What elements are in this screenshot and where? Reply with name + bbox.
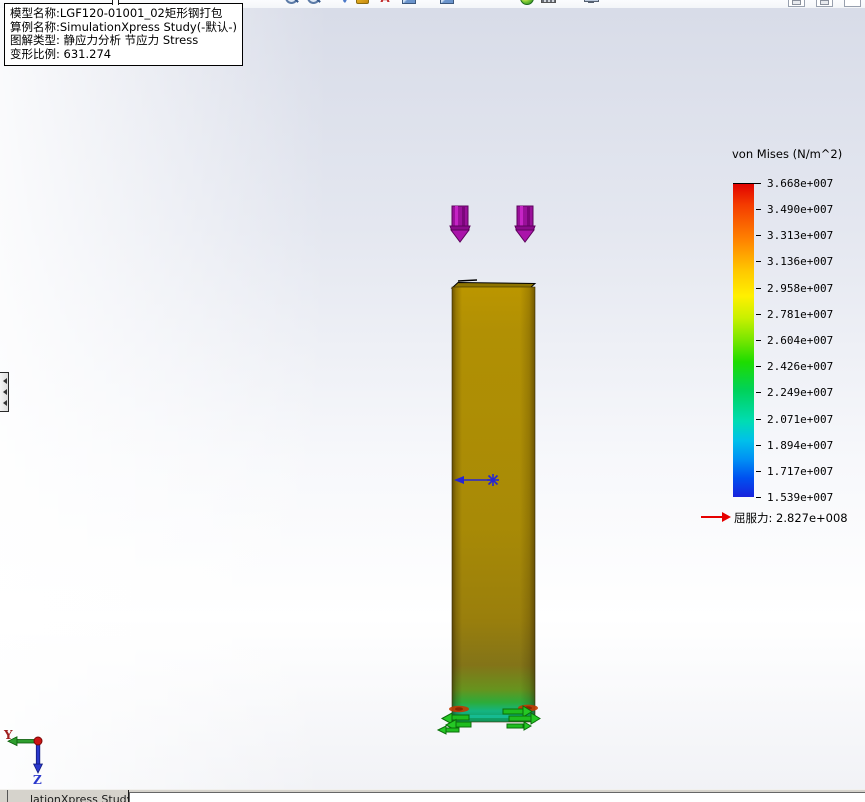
zoom-fit-icon[interactable] [307, 0, 323, 7]
legend-entry: 2.249e+007 [698, 386, 862, 398]
legend-entry: 1.894e+007 [698, 439, 862, 451]
legend-entry: 3.490e+007 [698, 203, 862, 215]
study-tab-bar: lationXpress Study [0, 789, 865, 802]
von-mises-legend: von Mises (N/m^2) 3.668e+007 3.490e+007 … [698, 145, 862, 537]
legend-entry: 1.539e+007 [698, 491, 862, 503]
plot-annotation-box: 模型名称:LGF120-01001_02矩形钢打包 算例名称:Simulatio… [4, 3, 243, 66]
legend-entry: 2.958e+007 [698, 282, 862, 294]
annotation-plot-type: 图解类型: 静应力分析 节应力 Stress [10, 34, 238, 48]
legend-title: von Mises (N/m^2) [732, 147, 842, 161]
tube-body [449, 280, 538, 722]
tab-simulationxpress-study[interactable]: lationXpress Study [8, 790, 128, 802]
yield-strength-row: 屈服力: 2.827e+008 [698, 510, 862, 524]
panel-button-2[interactable] [816, 0, 833, 7]
panel-divider-notch [112, 0, 119, 5]
status-bar-field [129, 792, 865, 802]
annotation-model-name: 模型名称:LGF120-01001_02矩形钢打包 [10, 7, 238, 21]
yield-strength-value: 屈服力: 2.827e+008 [734, 510, 848, 526]
legend-entry: 3.313e+007 [698, 229, 862, 241]
solidworks-simulation-window: A 模型名称:LGF120-01001_02矩形钢打包 算例名称:Simulat… [0, 0, 865, 802]
fixture-arrows-left [438, 713, 471, 734]
load-arrow-right [515, 206, 535, 242]
annotation-study-name: 算例名称:SimulationXpress Study(-默认-) [10, 21, 238, 35]
legend-entry: 2.426e+007 [698, 360, 862, 372]
legend-entry: 2.781e+007 [698, 308, 862, 320]
stress-model-3d[interactable] [395, 195, 595, 740]
panel-splitter-handle[interactable] [0, 372, 9, 412]
legend-entry: 3.668e+007 [698, 177, 862, 189]
legend-entry: 2.071e+007 [698, 413, 862, 425]
chevron-left-icon [3, 389, 7, 395]
tab-label: lationXpress Study [30, 793, 128, 802]
rotate-view-icon[interactable] [333, 0, 349, 7]
panel-button-3[interactable] [844, 0, 861, 7]
panel-button-1[interactable] [788, 0, 805, 7]
pan-icon[interactable] [356, 0, 372, 7]
legend-entry: 3.136e+007 [698, 255, 862, 267]
section-view-icon[interactable] [440, 0, 456, 7]
legend-entry: 2.604e+007 [698, 334, 862, 346]
legend-entry: 1.717e+007 [698, 465, 862, 477]
scene-pattern-icon[interactable] [541, 0, 557, 7]
annotation-deformation-scale: 变形比例: 631.274 [10, 48, 238, 62]
orientation-triad: Y Z [2, 722, 64, 786]
edit-appearance-icon[interactable] [402, 0, 418, 7]
monitor-icon[interactable] [584, 0, 600, 7]
triad-z-label: Z [33, 773, 42, 786]
zoom-window-icon[interactable] [285, 0, 301, 7]
yield-arrow-icon [701, 516, 723, 518]
annotation-a-icon[interactable]: A [377, 0, 393, 7]
chevron-left-icon [3, 378, 7, 384]
view-settings-icon[interactable] [483, 0, 499, 7]
triad-y-label: Y [3, 728, 13, 742]
yield-arrowhead-icon [722, 512, 731, 522]
load-arrow-left [450, 206, 470, 242]
render-sphere-icon[interactable] [520, 0, 536, 7]
chevron-left-icon [3, 400, 7, 406]
